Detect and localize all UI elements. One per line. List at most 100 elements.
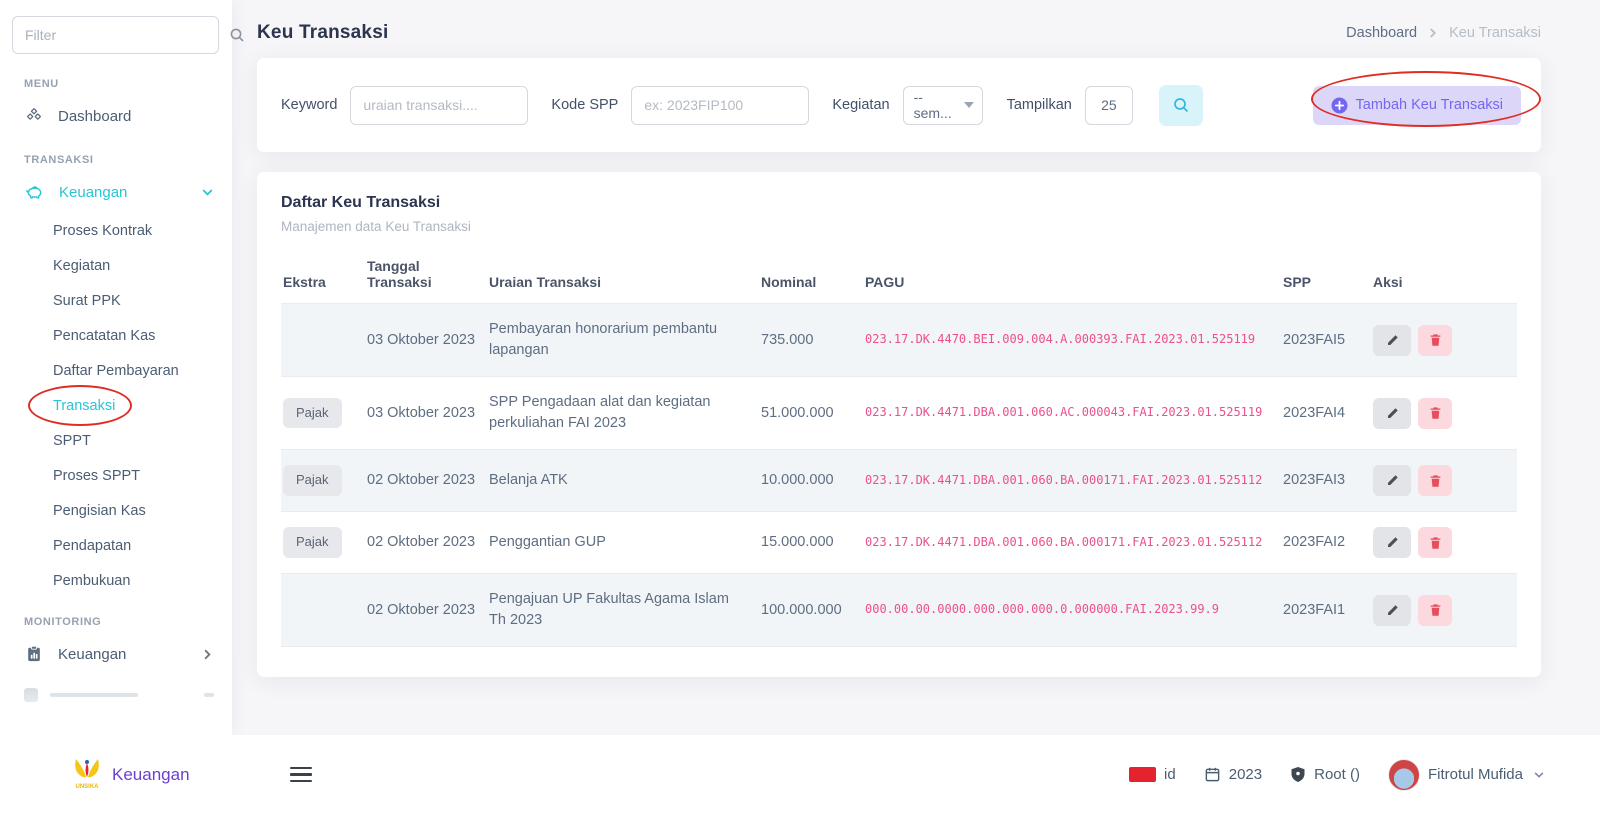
- chevron-right-icon: [201, 648, 214, 661]
- table-row: Pajak 03 Oktober 2023 SPP Pengadaan alat…: [281, 377, 1517, 450]
- sidebar-subitem[interactable]: Surat PPK: [0, 283, 232, 318]
- role-indicator[interactable]: Root (): [1290, 766, 1360, 783]
- delete-button[interactable]: [1418, 527, 1452, 558]
- delete-button[interactable]: [1418, 465, 1452, 496]
- cell-spp: 2023FAI4: [1281, 377, 1371, 450]
- cell-uraian: Pengajuan UP Fakultas Agama Islam Th 202…: [487, 574, 759, 647]
- sidebar-subitem[interactable]: Kegiatan: [0, 248, 232, 283]
- page-title: Keu Transaksi: [257, 22, 388, 44]
- sidebar-subitem-label: Proses SPPT: [53, 468, 140, 484]
- sidebar-subitem[interactable]: Proses Kontrak: [0, 213, 232, 248]
- cell-uraian: Belanja ATK: [487, 450, 759, 512]
- trash-icon: [1429, 603, 1442, 617]
- sidebar-section-monitoring: MONITORING: [0, 598, 232, 634]
- app-window: MENU Dashboard TRANSAKSI Keuangan Proses…: [0, 0, 1600, 814]
- col-ekstra: Ekstra: [281, 250, 365, 304]
- table-row: 03 Oktober 2023 Pembayaran honorarium pe…: [281, 304, 1517, 377]
- sidebar-subitem-label: Pengisian Kas: [53, 503, 146, 519]
- kode-spp-input[interactable]: [631, 86, 809, 125]
- tampilkan-label: Tampilkan: [1007, 97, 1072, 113]
- user-menu[interactable]: Fitrotul Mufida: [1388, 759, 1545, 791]
- user-avatar: [1388, 759, 1420, 791]
- sidebar-section-menu: MENU: [0, 60, 232, 96]
- search-button[interactable]: [1159, 85, 1203, 126]
- delete-button[interactable]: [1418, 595, 1452, 626]
- edit-button[interactable]: [1373, 398, 1411, 429]
- search-icon: [229, 27, 245, 43]
- edit-button[interactable]: [1373, 465, 1411, 496]
- cell-uraian: SPP Pengadaan alat dan kegiatan perkulia…: [487, 377, 759, 450]
- cell-uraian: Pembayaran honorarium pembantu lapangan: [487, 304, 759, 377]
- kegiatan-selected-value: --sem...: [914, 89, 960, 121]
- transactions-table: Ekstra Tanggal Transaksi Uraian Transaks…: [281, 250, 1517, 647]
- add-keu-transaksi-button[interactable]: Tambah Keu Transaksi: [1313, 86, 1522, 125]
- cell-tanggal: 02 Oktober 2023: [365, 450, 487, 512]
- sidebar-item-monitoring-keuangan[interactable]: Keuangan: [0, 634, 232, 674]
- cell-nominal: 51.000.000: [759, 377, 863, 450]
- edit-button[interactable]: [1373, 595, 1411, 626]
- pajak-badge: Pajak: [283, 465, 342, 496]
- kegiatan-select[interactable]: --sem...: [903, 86, 983, 125]
- keyword-input[interactable]: [350, 86, 528, 125]
- col-aksi: Aksi: [1371, 250, 1517, 304]
- sidebar-subitem[interactable]: SPPT: [0, 423, 232, 458]
- table-row: 02 Oktober 2023 Pengajuan UP Fakultas Ag…: [281, 574, 1517, 647]
- sidebar-subitem-label: Daftar Pembayaran: [53, 363, 179, 379]
- keyword-label: Keyword: [281, 97, 337, 113]
- sidebar-subitem-label: Transaksi: [53, 398, 115, 414]
- card-title: Daftar Keu Transaksi: [281, 194, 1517, 212]
- cubes-icon: [24, 106, 44, 126]
- role-label: Root (): [1314, 766, 1360, 783]
- brand-logo-link[interactable]: UNSIKA Keuangan: [68, 755, 190, 795]
- col-tanggal: Tanggal Transaksi: [365, 250, 487, 304]
- sidebar-item-dashboard[interactable]: Dashboard: [0, 96, 232, 136]
- cell-nominal: 100.000.000: [759, 574, 863, 647]
- sidebar-subitem-label: Pencatatan Kas: [53, 328, 155, 344]
- edit-button[interactable]: [1373, 325, 1411, 356]
- sidebar-subitem[interactable]: Transaksi: [0, 388, 232, 423]
- cell-tanggal: 02 Oktober 2023: [365, 574, 487, 647]
- sidebar-filter-input[interactable]: [12, 16, 219, 54]
- brand-name: Keuangan: [112, 765, 190, 785]
- year-selector[interactable]: 2023: [1204, 766, 1262, 783]
- sidebar-subitem[interactable]: Pendapatan: [0, 528, 232, 563]
- piggy-bank-icon: [24, 182, 45, 203]
- sidebar-item-keuangan[interactable]: Keuangan: [0, 172, 232, 213]
- cell-tanggal: 03 Oktober 2023: [365, 304, 487, 377]
- sidebar-subitem-label: Pendapatan: [53, 538, 131, 554]
- sidebar-subitem[interactable]: Pembukuan: [0, 563, 232, 598]
- edit-button[interactable]: [1373, 527, 1411, 558]
- pencil-icon: [1386, 474, 1399, 487]
- transactions-card: Daftar Keu Transaksi Manajemen data Keu …: [257, 172, 1541, 677]
- cell-pagu: 023.17.DK.4471.DBA.001.060.AC.000043.FAI…: [863, 377, 1281, 450]
- delete-button[interactable]: [1418, 325, 1452, 356]
- chevron-down-icon: [201, 186, 214, 199]
- tampilkan-input[interactable]: [1085, 86, 1133, 125]
- kode-spp-label: Kode SPP: [551, 97, 618, 113]
- sidebar-subitem[interactable]: Proses SPPT: [0, 458, 232, 493]
- filter-toolbar: Keyword Kode SPP Kegiatan --sem... Tampi…: [257, 58, 1541, 152]
- cell-spp: 2023FAI5: [1281, 304, 1371, 377]
- add-button-label: Tambah Keu Transaksi: [1356, 97, 1504, 113]
- bottom-navbar: UNSIKA Keuangan id 2023: [0, 735, 1600, 814]
- language-code: id: [1164, 766, 1176, 783]
- sidebar-subitem[interactable]: Daftar Pembayaran: [0, 353, 232, 388]
- sidebar-subitem[interactable]: Pengisian Kas: [0, 493, 232, 528]
- sidebar-item-label: Keuangan: [59, 184, 127, 201]
- language-switcher[interactable]: id: [1129, 766, 1176, 783]
- menu-toggle-button[interactable]: [286, 763, 316, 787]
- sidebar-subitem-label: Surat PPK: [53, 293, 121, 309]
- breadcrumb-current: Keu Transaksi: [1449, 25, 1541, 41]
- breadcrumb-dashboard[interactable]: Dashboard: [1346, 25, 1417, 41]
- table-row: Pajak 02 Oktober 2023 Belanja ATK 10.000…: [281, 450, 1517, 512]
- sidebar-section-transaksi: TRANSAKSI: [0, 136, 232, 172]
- cell-nominal: 10.000.000: [759, 450, 863, 512]
- cell-spp: 2023FAI3: [1281, 450, 1371, 512]
- pencil-icon: [1386, 407, 1399, 420]
- col-spp: SPP: [1281, 250, 1371, 304]
- chevron-right-icon: [1427, 27, 1439, 39]
- sidebar-subitem[interactable]: Pencatatan Kas: [0, 318, 232, 353]
- cell-pagu: 000.00.00.0000.000.000.000.0.000000.FAI.…: [863, 574, 1281, 647]
- delete-button[interactable]: [1418, 398, 1452, 429]
- shield-icon: [1290, 766, 1306, 783]
